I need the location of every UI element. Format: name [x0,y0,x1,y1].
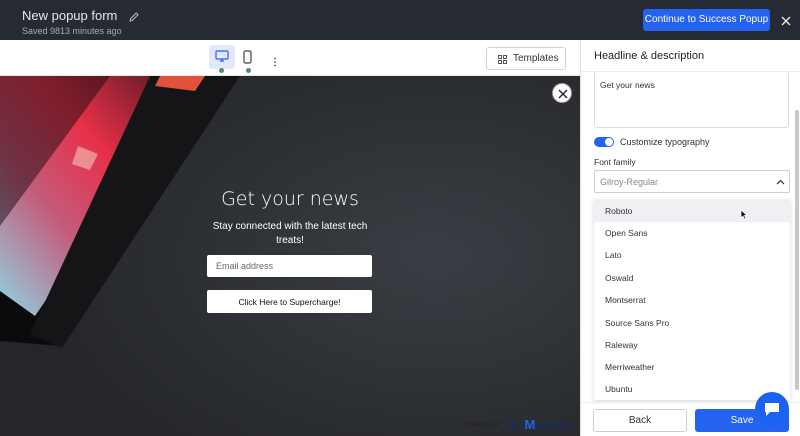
settings-panel: Headline & description Get your news Cus… [580,40,800,436]
customize-typography-toggle[interactable] [594,137,614,147]
close-icon [558,89,568,99]
close-icon[interactable] [780,14,792,26]
desktop-icon [215,50,229,62]
grid-icon [498,55,507,64]
customize-typography-label: Customize typography [620,137,710,147]
templates-button[interactable]: Templates [486,47,566,70]
font-option-merriweather[interactable]: Merriweather [594,356,790,378]
font-option-raleway[interactable]: Raleway [594,334,790,356]
panel-scrollbar[interactable] [795,110,799,390]
desktop-view-button[interactable] [209,45,235,69]
more-vertical-icon[interactable] [272,54,278,67]
chat-support-button[interactable] [755,392,789,426]
font-option-lato[interactable]: Lato [594,244,790,266]
popup-description: Stay connected with the latest tech trea… [212,221,368,246]
mouse-cursor-icon [740,207,748,225]
font-option-montserrat[interactable]: Montserrat [594,289,790,311]
font-family-dropdown: Roboto Open Sans Lato Oswald Montserrat … [594,200,790,400]
back-button[interactable]: Back [593,409,687,432]
font-family-value: Gilroy-Regular [600,177,659,187]
toggle-knob [605,138,613,146]
popup-headline: Get your news [221,188,359,210]
font-family-select[interactable]: Gilroy-Regular [594,170,790,193]
email-input[interactable] [207,255,372,277]
form-title-area: New popup form Saved 9813 minutes ago [22,7,140,37]
templates-label: Templates [513,53,559,64]
desktop-indicator-dot [219,68,224,73]
top-bar: New popup form Saved 9813 minutes ago Co… [0,0,800,40]
preview-toolbar: Templates [0,40,580,76]
brand-logo: theMarketer [508,417,572,432]
brand-m: M [524,417,536,432]
saved-status: Saved 9813 minutes ago [22,26,122,36]
submit-cta-button[interactable]: Click Here to Supercharge! [207,290,372,313]
powered-by-label: Powered by [463,421,500,428]
brand-suffix: arketer [535,420,573,432]
font-option-source-sans-pro[interactable]: Source Sans Pro [594,312,790,334]
divider [581,71,800,72]
popup-close-button[interactable] [552,83,572,103]
chat-icon [765,403,779,416]
font-family-label: Font family [594,157,636,167]
pencil-icon[interactable] [128,10,140,22]
continue-to-success-popup-button[interactable]: Continue to Success Popup [643,9,770,31]
chevron-up-icon [776,179,785,185]
brand-prefix: the [508,420,525,432]
font-option-roboto[interactable]: Roboto [594,200,790,222]
font-option-open-sans[interactable]: Open Sans [594,222,790,244]
mobile-view-button[interactable] [235,45,261,69]
font-option-oswald[interactable]: Oswald [594,267,790,289]
mobile-icon [243,50,252,64]
panel-title: Headline & description [594,50,705,62]
headline-editor[interactable]: Get your news [594,73,789,128]
mobile-indicator-dot [246,68,251,73]
form-title[interactable]: New popup form [22,8,117,24]
